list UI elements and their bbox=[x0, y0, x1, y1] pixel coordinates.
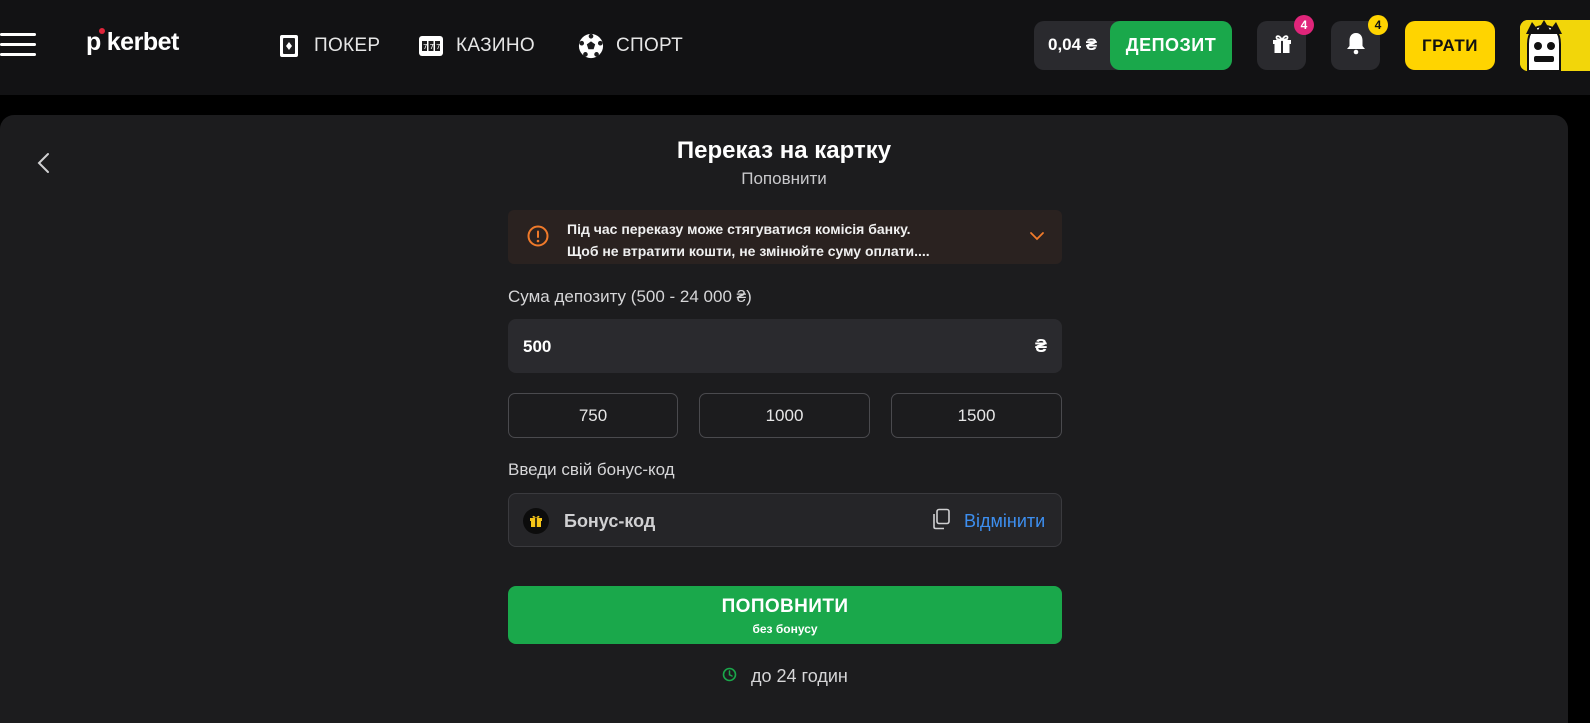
notification-count-badge: 4 bbox=[1368, 15, 1388, 35]
warning-line-2: Щоб не втратити кошти, не змінюйте суму … bbox=[567, 243, 930, 259]
warning-circle-icon bbox=[527, 225, 549, 247]
copy-icon[interactable] bbox=[931, 508, 951, 530]
balance-widget: 0,04 ₴ ДЕПОЗИТ bbox=[1034, 21, 1232, 70]
gift-icon bbox=[1270, 31, 1294, 60]
user-avatar[interactable] bbox=[1520, 20, 1590, 71]
bell-icon bbox=[1345, 31, 1367, 60]
warning-text: Під час переказу може стягуватися комісі… bbox=[567, 218, 930, 262]
slot-machine-icon: 777 bbox=[418, 33, 444, 59]
page-subtitle: Поповнити bbox=[741, 169, 827, 188]
amount-label: Сума депозиту (500 - 24 000 ₴) bbox=[508, 287, 752, 306]
notifications-button[interactable]: 4 bbox=[1331, 15, 1388, 70]
bonus-code-label: Введи свій бонус-код bbox=[508, 460, 675, 479]
nav-poker-label: ПОКЕР bbox=[314, 35, 381, 56]
gift-count-badge: 4 bbox=[1294, 15, 1314, 35]
warning-line-1: Під час переказу може стягуватися комісі… bbox=[567, 221, 911, 237]
deposit-amount-value: 500 bbox=[523, 337, 552, 356]
play-button[interactable]: ГРАТИ bbox=[1405, 21, 1495, 70]
poker-card-icon bbox=[276, 33, 302, 59]
bonus-code-field[interactable]: Бонус-код Відмінити bbox=[508, 493, 1062, 547]
nav-casino[interactable]: 777 КАЗИНО bbox=[418, 31, 535, 61]
top-header: p kerbet ПОКЕР 777 КАЗИНО СПОРТ 0,04 ₴ ДЕ… bbox=[0, 0, 1590, 95]
expand-chevron-down-icon[interactable] bbox=[1028, 227, 1046, 245]
deposit-panel: Переказ на картку Поповнити Під час пере… bbox=[0, 115, 1568, 723]
submit-deposit-button[interactable]: ПОПОВНИТИ без бонусу bbox=[508, 586, 1062, 644]
quick-amount-1000[interactable]: 1000 bbox=[699, 393, 870, 438]
deposit-button[interactable]: ДЕПОЗИТ bbox=[1110, 21, 1232, 70]
nav-casino-label: КАЗИНО bbox=[456, 35, 535, 56]
currency-symbol: ₴ bbox=[1034, 336, 1047, 356]
page-title: Переказ на картку bbox=[676, 137, 892, 164]
svg-text:7: 7 bbox=[436, 43, 441, 51]
balance-amount: 0,04 ₴ bbox=[1048, 35, 1098, 54]
bonus-code-placeholder: Бонус-код bbox=[564, 511, 656, 531]
nav-poker[interactable]: ПОКЕР bbox=[276, 31, 380, 61]
processing-time: до 24 годин bbox=[722, 666, 848, 687]
quick-amount-1500[interactable]: 1500 bbox=[891, 393, 1062, 438]
pokerbet-logo[interactable]: p kerbet bbox=[86, 28, 179, 57]
submit-sub-label: без бонусу bbox=[752, 622, 818, 636]
nav-sport[interactable]: СПОРТ bbox=[578, 31, 683, 61]
svg-text:7: 7 bbox=[430, 43, 435, 51]
svg-text:7: 7 bbox=[423, 43, 428, 51]
submit-main-label: ПОПОВНИТИ bbox=[721, 596, 849, 617]
clock-icon bbox=[722, 666, 737, 687]
gift-button[interactable]: 4 bbox=[1257, 15, 1314, 70]
bank-fee-warning: Під час переказу може стягуватися комісі… bbox=[508, 210, 1062, 264]
bonus-cancel-link[interactable]: Відмінити bbox=[964, 511, 1045, 532]
soccer-ball-icon bbox=[578, 33, 604, 59]
menu-hamburger-icon[interactable] bbox=[0, 33, 36, 57]
bonus-gift-icon bbox=[523, 508, 549, 534]
deposit-amount-input[interactable]: 500 ₴ bbox=[508, 319, 1062, 373]
nav-sport-label: СПОРТ bbox=[616, 35, 684, 56]
processing-time-text: до 24 годин bbox=[751, 666, 848, 686]
quick-amount-750[interactable]: 750 bbox=[508, 393, 678, 438]
